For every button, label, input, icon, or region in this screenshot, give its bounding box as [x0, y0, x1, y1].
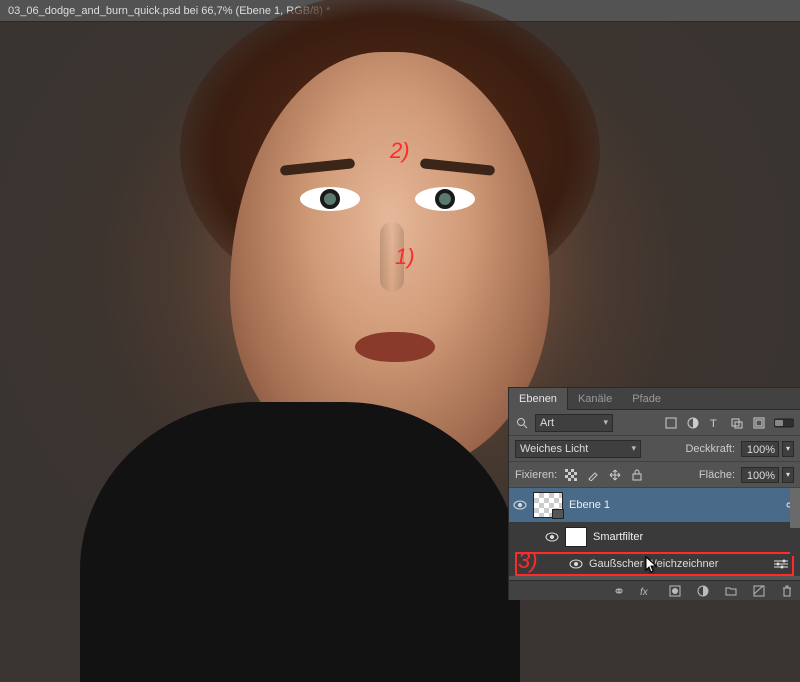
visibility-eye-icon[interactable] [569, 559, 583, 569]
chevron-down-icon[interactable]: ▾ [782, 467, 794, 483]
smartfilters-label: Smartfilter [593, 531, 643, 543]
filter-kind-value: Art [540, 417, 554, 429]
blend-mode-value: Weiches Licht [520, 443, 588, 455]
fill-value[interactable]: 100% [741, 467, 779, 483]
filter-mask-thumbnail[interactable] [565, 527, 587, 547]
layer-filter-row: Art ▾ T [509, 410, 800, 436]
annotation-2: 2) [390, 138, 410, 164]
filter-smart-icon[interactable] [752, 416, 766, 430]
opacity-field[interactable]: 100% ▾ [741, 441, 794, 457]
visibility-eye-icon[interactable] [545, 532, 559, 542]
chevron-down-icon: ▾ [603, 417, 608, 428]
fill-field[interactable]: 100% ▾ [741, 467, 794, 483]
annotation-1: 1) [395, 244, 415, 270]
mouse-cursor-icon [645, 556, 659, 574]
visibility-eye-icon[interactable] [513, 500, 527, 510]
portrait-lips [355, 332, 435, 362]
lock-brush-icon[interactable] [585, 467, 600, 482]
lock-row: Fixieren: Fläche: 100% ▾ [509, 462, 800, 488]
fill-label: Fläche: [699, 469, 735, 481]
svg-text:fx: fx [640, 587, 649, 597]
delete-layer-icon[interactable] [780, 584, 794, 598]
portrait-eye [300, 187, 360, 211]
tab-layers[interactable]: Ebenen [509, 388, 568, 410]
layer-name[interactable]: Ebene 1 [569, 499, 610, 511]
new-layer-icon[interactable] [752, 584, 766, 598]
lock-all-icon[interactable] [629, 467, 644, 482]
annotation-3: 3) [518, 548, 538, 574]
link-layers-icon[interactable] [612, 584, 626, 598]
tab-channels[interactable]: Kanäle [568, 388, 622, 410]
blend-row: Weiches Licht ▾ Deckkraft: 100% ▾ [509, 436, 800, 462]
opacity-label: Deckkraft: [685, 443, 735, 455]
filter-adjust-icon[interactable] [686, 416, 700, 430]
lock-position-icon[interactable] [607, 467, 622, 482]
layers-panel-footer: fx [509, 580, 800, 600]
filter-toggle-switch[interactable] [774, 416, 794, 430]
filter-shape-icon[interactable] [730, 416, 744, 430]
layers-scrollbar[interactable] [790, 488, 800, 556]
smart-object-badge-icon [552, 509, 564, 519]
lock-transparent-icon[interactable] [563, 467, 578, 482]
smartfilters-row[interactable]: Smartfilter [509, 522, 800, 552]
layer-row[interactable]: Ebene 1 [509, 488, 800, 522]
filter-type-icon[interactable]: T [708, 416, 722, 430]
panel-menu-icon[interactable] [784, 392, 800, 406]
adjustment-layer-icon[interactable] [696, 584, 710, 598]
layer-mask-icon[interactable] [668, 584, 682, 598]
panel-tabs: Ebenen Kanäle Pfade [509, 388, 800, 410]
filter-kind-select[interactable]: Art ▾ [535, 414, 613, 432]
scrollbar-thumb[interactable] [790, 488, 800, 528]
filter-pixel-icon[interactable] [664, 416, 678, 430]
group-icon[interactable] [724, 584, 738, 598]
chevron-down-icon[interactable]: ▾ [782, 441, 794, 457]
filter-blend-options-icon[interactable] [774, 557, 788, 571]
portrait-eye [415, 187, 475, 211]
portrait-body [80, 402, 520, 682]
svg-text:T: T [710, 418, 717, 429]
chevron-down-icon: ▾ [631, 443, 636, 454]
blend-mode-select[interactable]: Weiches Licht ▾ [515, 440, 641, 458]
opacity-value[interactable]: 100% [741, 441, 779, 457]
lock-label: Fixieren: [515, 469, 557, 481]
layer-thumbnail[interactable] [533, 492, 563, 518]
search-icon[interactable] [515, 416, 529, 430]
tab-paths[interactable]: Pfade [622, 388, 671, 410]
layer-fx-icon[interactable]: fx [640, 584, 654, 598]
